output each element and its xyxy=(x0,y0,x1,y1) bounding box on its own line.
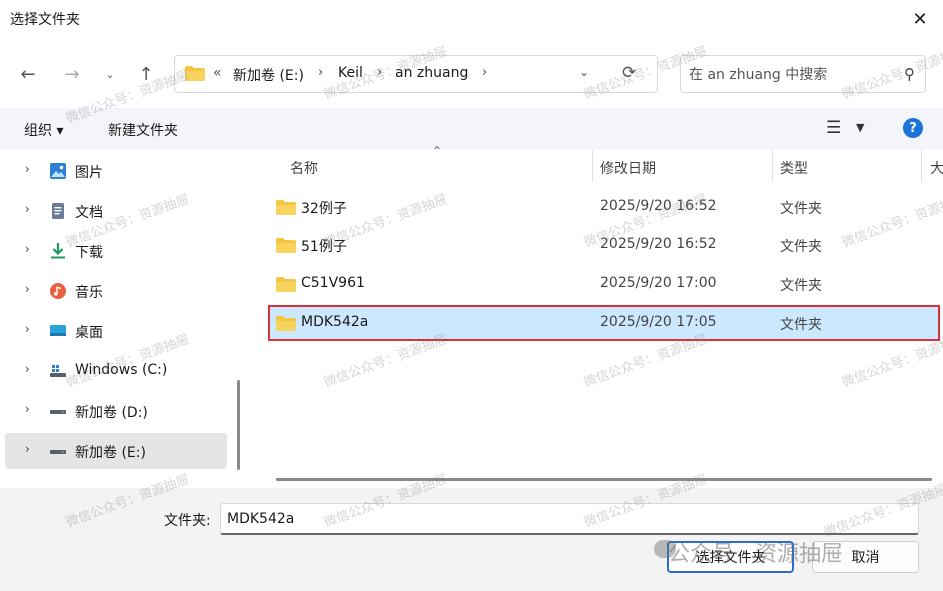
file-name: 51例子 xyxy=(301,239,347,255)
table-row-selected[interactable]: MDK542a 2025/9/20 17:05 文件夹 xyxy=(268,305,940,341)
sidebar-item-label: 新加卷 (E:) xyxy=(75,445,146,461)
sidebar-item-label: 桌面 xyxy=(75,325,103,341)
expand-chevron-icon[interactable]: › xyxy=(25,322,30,336)
expand-chevron-icon[interactable]: › xyxy=(25,242,30,256)
breadcrumb-chevron-icon[interactable]: › xyxy=(482,65,487,80)
pictures-icon xyxy=(50,163,66,179)
expand-chevron-icon[interactable]: › xyxy=(25,402,30,416)
search-box[interactable]: ⚲ xyxy=(680,55,926,93)
address-bar[interactable]: « 新加卷 (E:) › Keil › an zhuang › ⌄ ⟳ xyxy=(174,55,658,93)
sidebar-scrollbar[interactable] xyxy=(237,380,240,470)
sidebar-item-label: 图片 xyxy=(75,165,103,181)
file-name: C51V961 xyxy=(301,275,365,291)
documents-icon xyxy=(52,203,64,219)
search-icon[interactable]: ⚲ xyxy=(904,65,915,83)
table-row[interactable]: 32例子 2025/9/20 16:52 文件夹 xyxy=(268,189,940,225)
breadcrumb-drive-e[interactable]: 新加卷 (E:) xyxy=(233,65,304,85)
file-type: 文件夹 xyxy=(780,239,822,255)
folder-icon xyxy=(185,66,205,81)
folder-field-label: 文件夹: xyxy=(164,513,211,529)
expand-chevron-icon[interactable]: › xyxy=(25,282,30,296)
address-history-chevron-down-icon[interactable]: ⌄ xyxy=(579,65,589,79)
search-input[interactable] xyxy=(687,62,891,88)
folder-name-input[interactable] xyxy=(220,503,919,535)
command-bar: 组织 ▾ 新建文件夹 ☰ ▼ ? xyxy=(0,108,943,150)
view-options-icon[interactable]: ☰ xyxy=(826,118,841,138)
organize-menu-button[interactable]: 组织 ▾ xyxy=(24,120,63,140)
breadcrumb-chevron-icon[interactable]: › xyxy=(377,65,382,80)
expand-chevron-icon[interactable]: › xyxy=(25,442,30,456)
wechat-logo-icon xyxy=(654,540,676,558)
recent-chevron-down-icon[interactable]: ⌄ xyxy=(96,60,124,88)
column-divider[interactable] xyxy=(921,150,922,182)
sidebar-item-drive-d[interactable]: › 新加卷 (D:) xyxy=(5,393,227,429)
sidebar-item-drive-e[interactable]: › 新加卷 (E:) xyxy=(5,433,227,469)
file-name: 32例子 xyxy=(301,201,347,217)
expand-chevron-icon[interactable]: › xyxy=(25,162,30,176)
table-row[interactable]: 51例子 2025/9/20 16:52 文件夹 xyxy=(268,227,940,263)
column-divider[interactable] xyxy=(592,150,593,182)
column-divider[interactable] xyxy=(772,150,773,182)
forward-arrow-icon[interactable]: → xyxy=(58,60,86,88)
column-header-size[interactable]: 大 xyxy=(930,158,943,190)
windows-drive-icon xyxy=(50,365,66,377)
expand-chevron-icon[interactable]: › xyxy=(25,202,30,216)
sidebar-item-label: 下载 xyxy=(75,245,103,261)
back-arrow-icon[interactable]: ← xyxy=(14,60,42,88)
dialog-footer: 文件夹: 选择文件夹 取消 xyxy=(0,488,943,591)
navigation-pane: › 图片 › 文档 › 下载 › 音乐 › 桌面 › Windows (C:) … xyxy=(0,150,244,470)
folder-icon xyxy=(276,316,296,331)
drive-icon xyxy=(50,410,66,414)
help-icon[interactable]: ? xyxy=(903,118,923,138)
horizontal-scrollbar[interactable] xyxy=(276,478,932,481)
sidebar-item-desktop[interactable]: › 桌面 xyxy=(5,313,227,349)
sidebar-item-windows-c[interactable]: › Windows (C:) xyxy=(5,353,227,389)
breadcrumb-an-zhuang[interactable]: an zhuang xyxy=(395,65,468,81)
drive-icon xyxy=(50,450,66,454)
sidebar-item-documents[interactable]: › 文档 xyxy=(5,193,227,229)
folder-icon xyxy=(276,238,296,253)
folder-icon xyxy=(276,277,296,292)
file-date: 2025/9/20 16:52 xyxy=(600,198,717,214)
close-button[interactable]: ✕ xyxy=(897,0,943,38)
breadcrumb-keil[interactable]: Keil xyxy=(338,65,363,81)
sidebar-item-label: 文档 xyxy=(75,205,103,221)
sidebar-item-pictures[interactable]: › 图片 xyxy=(5,153,227,189)
file-date: 2025/9/20 16:52 xyxy=(600,236,717,252)
downloads-icon xyxy=(51,243,65,259)
select-folder-button[interactable]: 选择文件夹 xyxy=(667,541,794,573)
desktop-icon xyxy=(50,325,66,336)
music-icon xyxy=(50,283,66,299)
window-title: 选择文件夹 xyxy=(10,12,80,28)
column-header-date[interactable]: 修改日期 xyxy=(600,158,656,190)
column-header-name[interactable]: 名称 xyxy=(290,158,318,190)
sidebar-item-downloads[interactable]: › 下载 xyxy=(5,233,227,269)
up-arrow-icon[interactable]: ↑ xyxy=(132,60,160,88)
file-type: 文件夹 xyxy=(780,278,822,294)
title-bar: 选择文件夹 ✕ xyxy=(0,0,943,40)
folder-icon xyxy=(276,200,296,215)
view-chevron-down-icon[interactable]: ▼ xyxy=(856,121,864,134)
file-list: 名称 ⌃ 修改日期 类型 大 32例子 2025/9/20 16:52 文件夹 … xyxy=(254,144,943,470)
new-folder-button[interactable]: 新建文件夹 xyxy=(108,120,178,140)
table-row[interactable]: C51V961 2025/9/20 17:00 文件夹 xyxy=(268,266,940,302)
file-type: 文件夹 xyxy=(780,201,822,217)
sort-ascending-icon: ⌃ xyxy=(432,144,443,158)
sidebar-item-label: Windows (C:) xyxy=(75,362,168,378)
refresh-icon[interactable]: ⟳ xyxy=(622,63,636,83)
breadcrumb-chevron-icon[interactable]: › xyxy=(318,65,323,80)
file-name: MDK542a xyxy=(301,314,369,330)
address-overflow[interactable]: « xyxy=(213,65,222,81)
cancel-button[interactable]: 取消 xyxy=(812,541,919,573)
file-type: 文件夹 xyxy=(780,317,822,333)
file-date: 2025/9/20 17:05 xyxy=(600,314,717,330)
sidebar-item-label: 新加卷 (D:) xyxy=(75,405,148,421)
expand-chevron-icon[interactable]: › xyxy=(25,362,30,376)
sidebar-item-label: 音乐 xyxy=(75,285,103,301)
sidebar-item-music[interactable]: › 音乐 xyxy=(5,273,227,309)
column-header-type[interactable]: 类型 xyxy=(780,158,808,190)
file-date: 2025/9/20 17:00 xyxy=(600,275,717,291)
